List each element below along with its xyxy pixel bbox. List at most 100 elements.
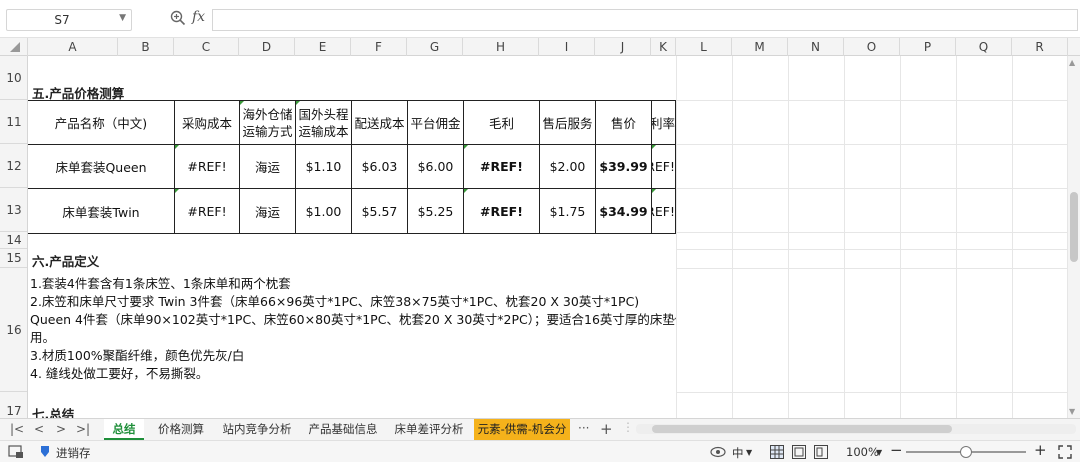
table-cell[interactable]: 海运 (240, 189, 295, 233)
table-header-cell[interactable]: 国外头程 运输成本 (296, 101, 351, 144)
column-header-m[interactable]: M (732, 38, 788, 56)
column-header-b[interactable]: B (118, 38, 174, 56)
column-header-j[interactable]: J (595, 38, 651, 56)
page-layout-icon[interactable] (792, 445, 806, 459)
column-header-q[interactable]: Q (956, 38, 1012, 56)
function-icon[interactable]: fx (192, 9, 205, 25)
table-cell[interactable]: $1.00 (296, 189, 351, 233)
column-header-o[interactable]: O (844, 38, 900, 56)
table-cell[interactable]: $2.00 (540, 145, 595, 188)
chevron-down-icon[interactable]: ▼ (876, 448, 882, 457)
more-sheets-button[interactable]: ··· (578, 421, 589, 435)
sheet-tab-pricing[interactable]: 价格测算 (150, 419, 212, 440)
zoom-slider-handle[interactable] (960, 446, 972, 458)
sheet-tab-summary[interactable]: 总结 (104, 419, 144, 440)
column-header-c[interactable]: C (174, 38, 239, 56)
scroll-up-icon[interactable]: ▲ (1069, 58, 1075, 67)
sheet-tab-opportunity[interactable]: 元素-供需-机会分析 (474, 419, 570, 457)
row-header-10[interactable]: 10 (0, 56, 27, 100)
error-indicator (652, 189, 656, 193)
zoom-icon[interactable] (170, 10, 186, 26)
vertical-scrollbar[interactable]: ▲ ▼ (1068, 56, 1080, 418)
table-header-cell[interactable]: 平台佣金 (408, 101, 463, 144)
zoom-in-button[interactable]: + (1034, 441, 1047, 459)
row-header-15[interactable]: 15 (0, 249, 27, 268)
scroll-down-icon[interactable]: ▼ (1069, 407, 1075, 416)
column-header-f[interactable]: F (351, 38, 407, 56)
table-cell[interactable]: 床单套装Queen (28, 145, 174, 188)
column-header-d[interactable]: D (239, 38, 295, 56)
normal-view-icon[interactable] (770, 445, 784, 459)
table-cell[interactable]: #REF! (652, 145, 675, 188)
horizontal-scroll-thumb[interactable] (652, 425, 952, 433)
row-header-13[interactable]: 13 (0, 188, 27, 232)
column-header-i[interactable]: I (539, 38, 595, 56)
formula-input[interactable] (212, 9, 1078, 31)
table-cell[interactable]: #REF! (464, 145, 539, 188)
table-header-cell[interactable]: 毛利 (464, 101, 539, 144)
table-cell[interactable]: 海运 (240, 145, 295, 188)
sheet-tab-competition[interactable]: 站内竞争分析 (218, 419, 296, 440)
column-header-p[interactable]: P (900, 38, 956, 56)
table-cell[interactable]: $39.99 (596, 145, 651, 188)
row-header-11[interactable]: 11 (0, 100, 27, 144)
column-header-k[interactable]: K (651, 38, 676, 56)
backup-label[interactable]: 进销存 (56, 445, 91, 461)
table-cell[interactable]: $1.75 (540, 189, 595, 233)
select-all-corner[interactable] (0, 38, 28, 56)
vertical-scroll-thumb[interactable] (1070, 192, 1078, 262)
name-box[interactable]: S7 ▼ (6, 9, 132, 31)
input-language[interactable]: 中 (732, 445, 744, 461)
row-header-12[interactable]: 12 (0, 144, 27, 188)
chevron-down-icon[interactable]: ▼ (746, 448, 752, 457)
table-cell[interactable]: $5.57 (352, 189, 407, 233)
product-definition-text[interactable]: 1.套装4件套含有1条床笠、1条床单和两个枕套 2.床笠和床单尺寸要求 Twin… (30, 275, 676, 383)
table-cell[interactable]: $6.00 (408, 145, 463, 188)
table-header-cell[interactable]: 采购成本 (175, 101, 239, 144)
table-cell[interactable]: $34.99 (596, 189, 651, 233)
first-sheet-icon[interactable]: |< (10, 422, 24, 436)
table-header-cell[interactable]: 配送成本 (352, 101, 407, 144)
table-cell[interactable]: #REF! (175, 145, 239, 188)
table-header-cell[interactable]: 产品名称（中文) (28, 101, 174, 144)
row-header-17[interactable]: 17 (0, 392, 27, 418)
backup-icon[interactable] (40, 445, 52, 459)
eye-icon[interactable] (710, 446, 726, 458)
last-sheet-icon[interactable]: >| (76, 422, 90, 436)
zoom-level[interactable]: 100% (846, 445, 879, 459)
table-cell[interactable]: #REF! (175, 189, 239, 233)
table-cell[interactable]: #REF! (652, 189, 675, 233)
error-indicator (240, 101, 244, 105)
chevron-down-icon[interactable]: ▼ (119, 13, 126, 23)
column-header-n[interactable]: N (788, 38, 844, 56)
table-cell[interactable]: $1.10 (296, 145, 351, 188)
column-header-a[interactable]: A (28, 38, 118, 56)
column-header-e[interactable]: E (295, 38, 351, 56)
horizontal-scrollbar[interactable] (636, 424, 1076, 434)
column-header-h[interactable]: H (463, 38, 539, 56)
sheet-tab-review-analysis[interactable]: 床单差评分析 (390, 419, 468, 440)
status-bar: 进销存 中 ▼ 100% ▼ − + (0, 440, 1080, 462)
fullscreen-icon[interactable] (1058, 445, 1072, 459)
add-sheet-button[interactable]: + (600, 420, 613, 438)
table-header-cell[interactable]: 售后服务 (540, 101, 595, 144)
page-break-icon[interactable] (814, 445, 828, 459)
table-cell[interactable]: 床单套装Twin (28, 189, 174, 233)
table-cell[interactable]: $6.03 (352, 145, 407, 188)
prev-sheet-icon[interactable]: < (34, 422, 44, 436)
table-header-cell[interactable]: 售价 (596, 101, 651, 144)
table-cell[interactable]: $5.25 (408, 189, 463, 233)
spreadsheet-grid[interactable]: 五.产品价格测算 产品名称（中文) 采购成本 海外仓储 运输方式 国外头程 运输… (28, 56, 1068, 418)
column-header-g[interactable]: G (407, 38, 463, 56)
sheet-tab-product-info[interactable]: 产品基础信息 (302, 419, 384, 440)
row-header-14[interactable]: 14 (0, 232, 27, 249)
table-header-cell[interactable]: 海外仓储 运输方式 (240, 101, 295, 144)
macro-icon[interactable] (8, 445, 24, 459)
table-cell[interactable]: #REF! (464, 189, 539, 233)
row-header-16[interactable]: 16 (0, 268, 27, 392)
column-header-r[interactable]: R (1012, 38, 1068, 56)
table-header-cell[interactable]: 毛利率 (652, 101, 675, 144)
zoom-out-button[interactable]: − (890, 441, 903, 459)
next-sheet-icon[interactable]: > (56, 422, 66, 436)
column-header-l[interactable]: L (676, 38, 732, 56)
